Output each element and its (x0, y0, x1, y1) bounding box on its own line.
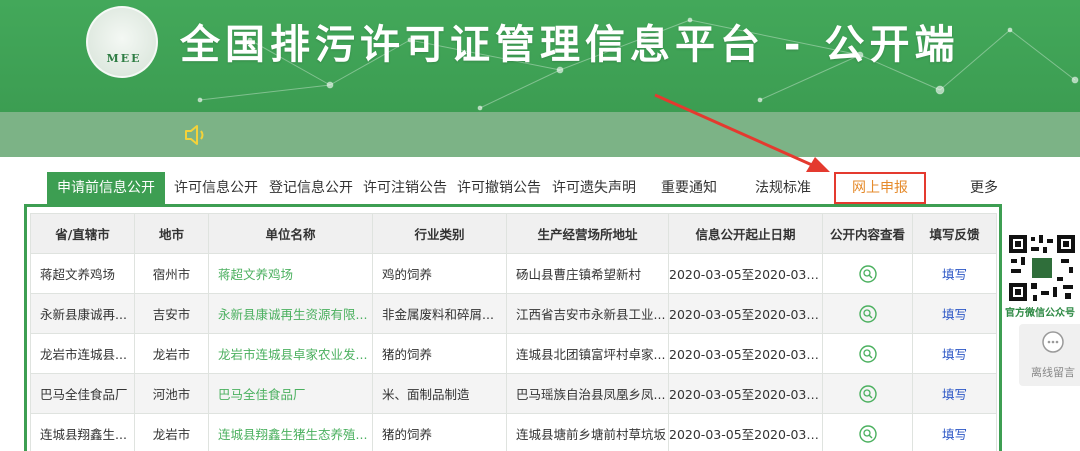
view-content-cell (822, 333, 913, 374)
province-cell: 龙岩市连城县... (30, 333, 135, 374)
view-content-cell (822, 373, 913, 414)
chat-label: 离线留言 (1031, 366, 1075, 379)
view-content-cell (822, 413, 913, 451)
company-name-link[interactable]: 龙岩市连城县卓家农业发... (208, 333, 373, 374)
column-header: 公开内容查看 (822, 213, 913, 254)
column-header: 省/直辖市 (30, 213, 135, 254)
province-cell: 永新县康诚再... (30, 293, 135, 334)
view-icon[interactable] (858, 304, 877, 323)
view-icon[interactable] (858, 264, 877, 283)
date-range-cell: 2020-03-05至2020-03-11 (668, 253, 823, 294)
column-header: 信息公开起止日期 (668, 213, 823, 254)
info-table-container: 省/直辖市 地市 单位名称 行业类别 生产经营场所地址 信息公开起止日期 公开内… (24, 207, 1002, 451)
table-row: 永新县康诚再... 吉安市 永新县康诚再生资源有限... 非金属废料和碎屑... 江西省… (30, 293, 997, 334)
info-table: 省/直辖市 地市 单位名称 行业类别 生产经营场所地址 信息公开起止日期 公开内… (30, 213, 997, 451)
province-cell: 蒋超文养鸡场 (30, 253, 135, 294)
date-range-cell: 2020-03-05至2020-03-11 (668, 333, 823, 374)
chat-bubble-icon (1042, 331, 1064, 353)
view-icon[interactable] (858, 424, 877, 443)
table-header-row: 省/直辖市 地市 单位名称 行业类别 生产经营场所地址 信息公开起止日期 公开内… (30, 213, 997, 254)
qr-label: 官方微信公众号 (1005, 308, 1075, 319)
company-name-link[interactable]: 连城县翔鑫生猪生态养殖... (208, 413, 373, 451)
city-cell: 吉安市 (134, 293, 209, 334)
column-header: 填写反馈 (912, 213, 997, 254)
city-cell: 宿州市 (134, 253, 209, 294)
view-content-cell (822, 253, 913, 294)
table-row: 巴马全佳食品厂 河池市 巴马全佳食品厂 米、面制品制造 巴马瑶族自治县凤凰乡凤... 20… (30, 373, 997, 414)
column-header: 行业类别 (372, 213, 507, 254)
address-cell: 江西省吉安市永新县工业... (506, 293, 669, 334)
industry-cell: 米、面制品制造 (372, 373, 507, 414)
date-range-cell: 2020-03-05至2020-03-11 (668, 413, 823, 451)
feedback-link[interactable]: 填写 (912, 413, 997, 451)
offline-message-button[interactable]: 离线留言 (1019, 324, 1080, 386)
address-cell: 巴马瑶族自治县凤凰乡凤... (506, 373, 669, 414)
feedback-link[interactable]: 填写 (912, 253, 997, 294)
company-name-link[interactable]: 永新县康诚再生资源有限... (208, 293, 373, 334)
address-cell: 连城县北团镇富坪村卓家... (506, 333, 669, 374)
industry-cell: 猪的饲养 (372, 333, 507, 374)
view-icon[interactable] (858, 384, 877, 403)
province-cell: 巴马全佳食品厂 (30, 373, 135, 414)
city-cell: 龙岩市 (134, 413, 209, 451)
qr-code (1007, 233, 1077, 303)
province-cell: 连城县翔鑫生... (30, 413, 135, 451)
city-cell: 河池市 (134, 373, 209, 414)
date-range-cell: 2020-03-05至2020-03-11 (668, 373, 823, 414)
feedback-link[interactable]: 填写 (912, 333, 997, 374)
company-name-link[interactable]: 蒋超文养鸡场 (208, 253, 373, 294)
industry-cell: 鸡的饲养 (372, 253, 507, 294)
column-header: 单位名称 (208, 213, 373, 254)
column-header: 地市 (134, 213, 209, 254)
city-cell: 龙岩市 (134, 333, 209, 374)
feedback-link[interactable]: 填写 (912, 293, 997, 334)
column-header: 生产经营场所地址 (506, 213, 669, 254)
view-content-cell (822, 293, 913, 334)
address-cell: 砀山县曹庄镇希望新村 (506, 253, 669, 294)
company-name-link[interactable]: 巴马全佳食品厂 (208, 373, 373, 414)
address-cell: 连城县塘前乡塘前村草坑坂 (506, 413, 669, 451)
feedback-link[interactable]: 填写 (912, 373, 997, 414)
date-range-cell: 2020-03-05至2020-03-11 (668, 293, 823, 334)
table-row: 连城县翔鑫生... 龙岩市 连城县翔鑫生猪生态养殖... 猪的饲养 连城县塘前乡塘前村草… (30, 413, 997, 451)
view-icon[interactable] (858, 344, 877, 363)
table-row: 龙岩市连城县... 龙岩市 龙岩市连城县卓家农业发... 猪的饲养 连城县北团镇富坪村卓… (30, 333, 997, 374)
industry-cell: 非金属废料和碎屑... (372, 293, 507, 334)
table-row: 蒋超文养鸡场 宿州市 蒋超文养鸡场 鸡的饲养 砀山县曹庄镇希望新村 2020-03-05至… (30, 253, 997, 294)
industry-cell: 猪的饲养 (372, 413, 507, 451)
